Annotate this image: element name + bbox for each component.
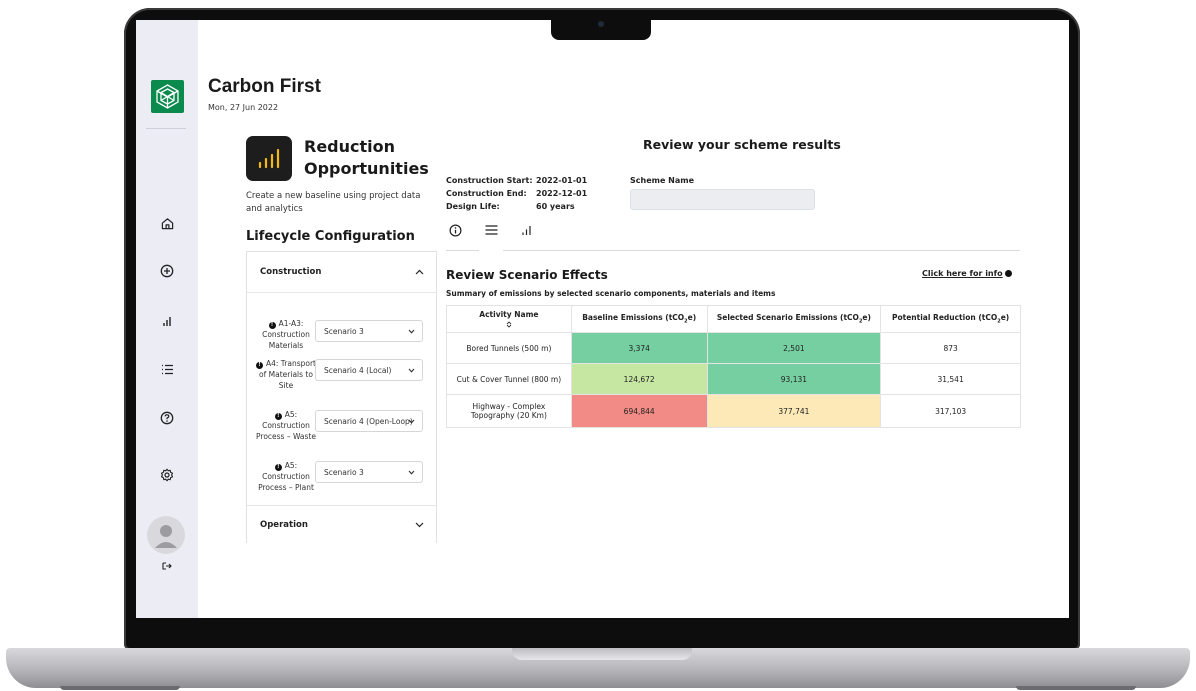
effects-title: Review Scenario Effects — [446, 268, 608, 282]
cell-reduction: 31,541 — [880, 363, 1021, 395]
app-logo[interactable] — [151, 80, 184, 113]
help-icon[interactable] — [158, 409, 176, 427]
home-icon[interactable] — [158, 214, 176, 232]
scenario-select-a5-waste[interactable]: Scenario 4 (Open-Loop) — [315, 410, 423, 432]
table-row[interactable]: Cut & Cover Tunnel (800 m) 124,672 93,13… — [446, 363, 1021, 395]
chevron-down-icon — [408, 368, 415, 373]
chevron-down-icon — [408, 470, 415, 475]
lifecycle-config-panel: Construction ! A1-A3: Construction Materi… — [246, 251, 437, 543]
config-row-label: ! A1-A3: Construction Materials — [262, 319, 310, 350]
info-icon[interactable]: ! — [268, 322, 276, 329]
page-date: Mon, 27 Jun 2022 — [208, 103, 279, 112]
cell-activity: Highway - Complex Topography (20 Km) — [446, 394, 572, 428]
page-title: Carbon First — [208, 76, 321, 97]
config-row-label: ! A5: Construction Process – Waste — [256, 410, 316, 441]
laptop-foot-right — [1016, 686, 1136, 690]
bar-chart-icon — [246, 136, 292, 181]
tool-description: Create a new baseline using project data… — [246, 191, 421, 214]
bar-chart-icon — [521, 225, 531, 235]
logout-icon[interactable] — [161, 556, 173, 570]
meta-construction-end: Construction End: 2022-12-01 — [446, 189, 588, 198]
tab-info[interactable] — [447, 222, 463, 238]
effects-subtitle: Summary of emissions by selected scenari… — [446, 289, 776, 298]
section-title: Operation — [260, 520, 308, 530]
results-table: Activity Name Baseline Emissions (tCO2e)… — [446, 305, 1021, 428]
laptop-opening-groove — [512, 648, 692, 660]
review-title: Review your scheme results — [643, 137, 841, 152]
webcam-icon — [598, 21, 604, 27]
scenario-select-a4[interactable]: Scenario 4 (Local) — [315, 359, 423, 381]
tool-title-line2: Opportunities — [304, 159, 429, 178]
cell-reduction: 873 — [880, 332, 1021, 364]
tab-list[interactable] — [483, 222, 499, 238]
tab-chart[interactable] — [518, 222, 534, 238]
lifecycle-title: Lifecycle Configuration — [246, 229, 415, 244]
list-icon[interactable] — [158, 360, 176, 378]
tool-title: Reduction Opportunities — [304, 136, 434, 180]
column-header-scenario: Selected Scenario Emissions (tCO2e) — [706, 305, 882, 333]
config-row-label: ! A5: Construction Process – Plant — [258, 461, 314, 492]
screen: Carbon First Mon, 27 Jun 2022 Reduction … — [136, 20, 1069, 618]
config-row-label: ! A4: Transport of Materials to Site — [255, 358, 317, 391]
bar-chart-icon[interactable] — [158, 312, 176, 330]
section-divider — [247, 292, 436, 293]
info-link[interactable]: Click here for info — [922, 269, 1012, 278]
tab-underline — [446, 250, 1020, 251]
info-icon[interactable]: ! — [274, 413, 282, 420]
active-tab-indicator — [479, 249, 503, 251]
table-row[interactable]: Bored Tunnels (500 m) 3,374 2,501 873 — [446, 332, 1021, 364]
chevron-up-icon — [415, 269, 424, 275]
tool-title-line1: Reduction — [304, 137, 396, 156]
chevron-down-icon — [408, 329, 415, 334]
cell-activity: Bored Tunnels (500 m) — [446, 332, 572, 364]
info-icon[interactable]: ! — [255, 362, 263, 369]
cell-baseline: 124,672 — [570, 363, 708, 395]
table-row[interactable]: Highway - Complex Topography (20 Km) 694… — [446, 394, 1021, 428]
sidebar-divider — [146, 128, 186, 129]
sidebar — [136, 20, 198, 618]
meta-design-life: Design Life: 60 years — [446, 202, 575, 211]
chevron-down-icon — [408, 419, 415, 424]
cell-activity: Cut & Cover Tunnel (800 m) — [446, 363, 572, 395]
sort-icon[interactable] — [506, 321, 512, 328]
cell-reduction: 317,103 — [880, 394, 1021, 428]
operation-section-toggle[interactable]: Operation — [247, 505, 436, 545]
construction-section-toggle[interactable]: Construction — [247, 252, 436, 292]
laptop-foot-left — [60, 686, 180, 690]
cell-baseline: 3,374 — [570, 332, 708, 364]
scheme-name-input[interactable] — [630, 189, 815, 210]
scenario-select-a5-plant[interactable]: Scenario 3 — [315, 461, 423, 483]
cell-scenario: 2,501 — [706, 332, 882, 364]
avatar[interactable] — [147, 516, 185, 554]
chevron-down-icon — [415, 522, 424, 528]
scenario-select-a1-a3[interactable]: Scenario 3 — [315, 320, 423, 342]
cell-scenario: 377,741 — [706, 394, 882, 428]
column-header-baseline: Baseline Emissions (tCO2e) — [570, 305, 708, 333]
info-icon[interactable]: ! — [274, 464, 282, 471]
add-circle-icon[interactable] — [158, 262, 176, 280]
cell-scenario: 93,131 — [706, 363, 882, 395]
meta-construction-start: Construction Start: 2022-01-01 — [446, 176, 588, 185]
scheme-name-label: Scheme Name — [630, 176, 695, 185]
info-icon — [1004, 270, 1012, 277]
column-header-reduction: Potential Reduction (tCO2e) — [880, 305, 1021, 333]
column-header-activity[interactable]: Activity Name — [446, 305, 572, 333]
cell-baseline: 694,844 — [570, 394, 708, 428]
section-title: Construction — [260, 267, 322, 277]
settings-icon[interactable] — [158, 466, 176, 484]
info-icon — [448, 223, 462, 237]
list-icon — [485, 225, 497, 235]
